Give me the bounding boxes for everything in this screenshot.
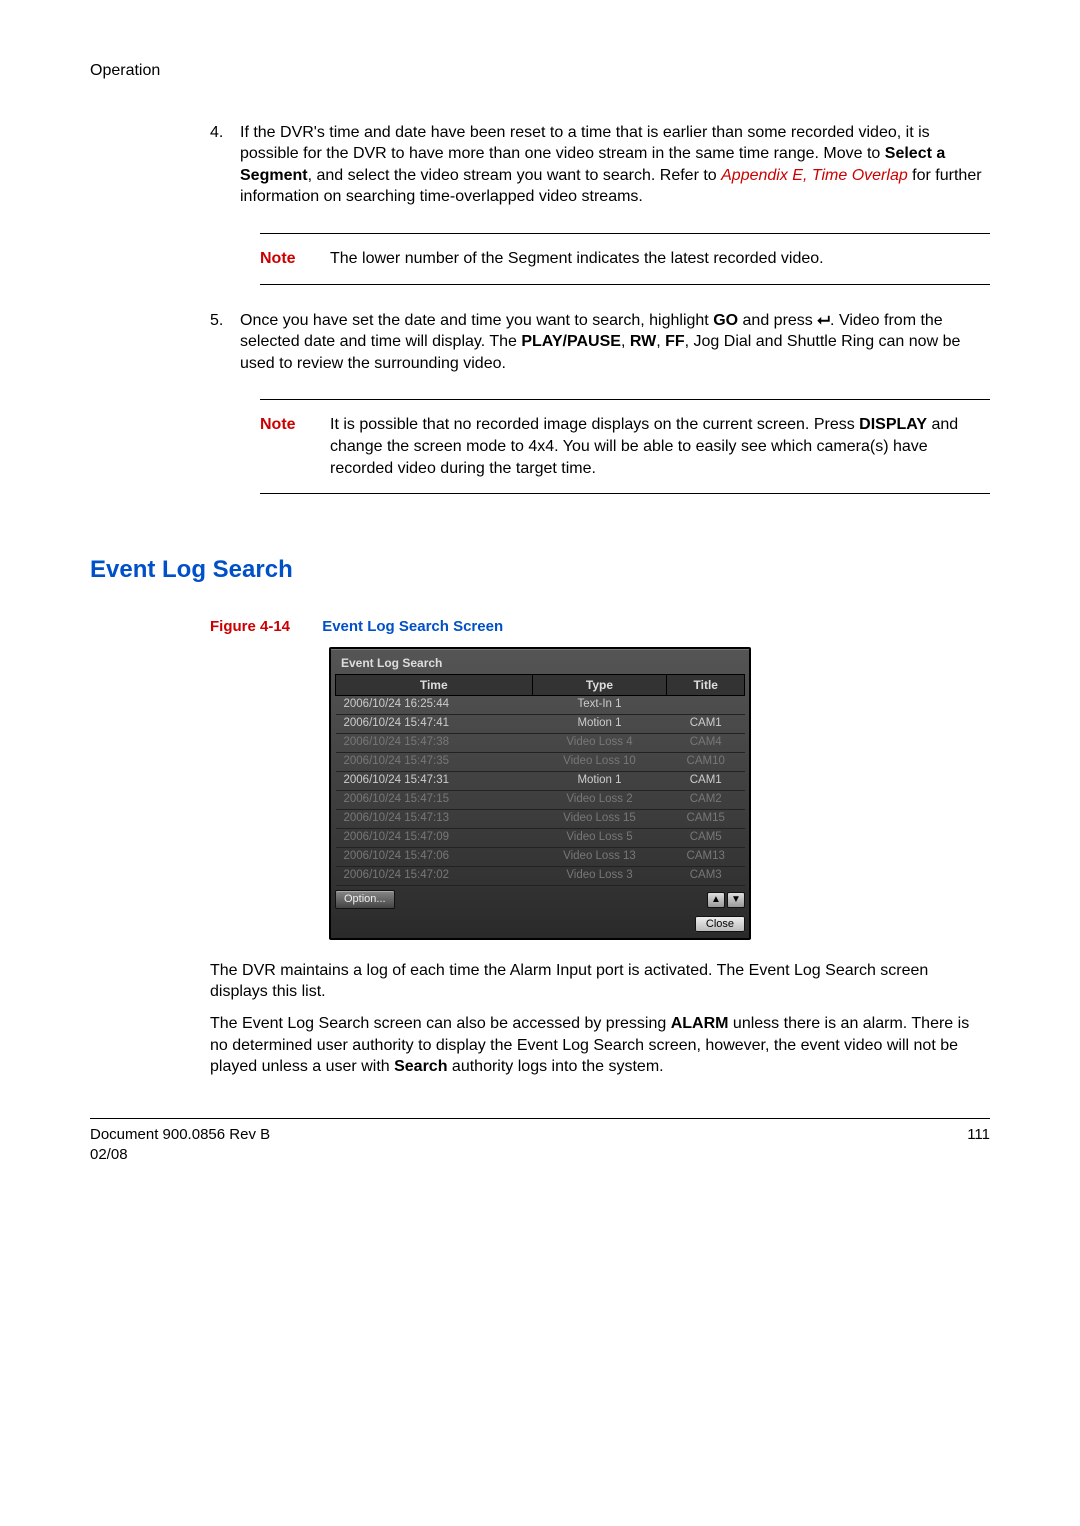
note-text: The lower number of the Segment indicate… bbox=[330, 248, 990, 270]
col-title: Title bbox=[667, 674, 745, 695]
step-text: If the DVR's time and date have been res… bbox=[240, 122, 990, 208]
cell-title: CAM1 bbox=[667, 772, 745, 791]
cell-time: 2006/10/24 16:25:44 bbox=[336, 696, 533, 715]
cell-type: Video Loss 10 bbox=[532, 753, 667, 772]
cell-type: Video Loss 15 bbox=[532, 810, 667, 829]
bold-text: Search bbox=[394, 1058, 447, 1075]
cell-title: CAM5 bbox=[667, 829, 745, 848]
cell-title: CAM1 bbox=[667, 715, 745, 734]
table-row[interactable]: 2006/10/24 15:47:31Motion 1CAM1 bbox=[336, 772, 745, 791]
page-footer: Document 900.0856 Rev B 02/08 111 bbox=[90, 1118, 990, 1166]
text: authority logs into the system. bbox=[447, 1058, 663, 1075]
cell-type: Motion 1 bbox=[532, 772, 667, 791]
cell-type: Video Loss 5 bbox=[532, 829, 667, 848]
cell-time: 2006/10/24 15:47:35 bbox=[336, 753, 533, 772]
figure-label: Figure 4-14 bbox=[210, 618, 290, 635]
cell-title: CAM10 bbox=[667, 753, 745, 772]
cell-time: 2006/10/24 15:47:15 bbox=[336, 791, 533, 810]
paragraph: The Event Log Search screen can also be … bbox=[210, 1013, 990, 1078]
table-row[interactable]: 2006/10/24 15:47:09Video Loss 5CAM5 bbox=[336, 829, 745, 848]
text: , bbox=[621, 333, 630, 350]
cell-type: Text-In 1 bbox=[532, 696, 667, 715]
col-time: Time bbox=[336, 674, 533, 695]
step-5: 5. Once you have set the date and time y… bbox=[210, 310, 990, 375]
note-label: Note bbox=[260, 414, 330, 479]
note-label: Note bbox=[260, 248, 330, 270]
cell-title: CAM4 bbox=[667, 734, 745, 753]
text: If the DVR's time and date have been res… bbox=[240, 124, 930, 163]
table-row[interactable]: 2006/10/24 15:47:13Video Loss 15CAM15 bbox=[336, 810, 745, 829]
step-4: 4. If the DVR's time and date have been … bbox=[210, 122, 990, 208]
bold-text: GO bbox=[713, 312, 738, 329]
table-row[interactable]: 2006/10/24 16:25:44Text-In 1 bbox=[336, 696, 745, 715]
cell-title: CAM3 bbox=[667, 867, 745, 886]
text: , bbox=[656, 333, 665, 350]
cell-time: 2006/10/24 15:47:13 bbox=[336, 810, 533, 829]
text: , and select the video stream you want t… bbox=[308, 167, 722, 184]
text: Once you have set the date and time you … bbox=[240, 312, 713, 329]
table-row[interactable]: 2006/10/24 15:47:02Video Loss 3CAM3 bbox=[336, 867, 745, 886]
cell-type: Video Loss 3 bbox=[532, 867, 667, 886]
col-type: Type bbox=[532, 674, 667, 695]
bold-text: PLAY/PAUSE bbox=[521, 333, 621, 350]
bold-text: DISPLAY bbox=[859, 416, 927, 433]
cell-time: 2006/10/24 15:47:02 bbox=[336, 867, 533, 886]
dvr-window-title: Event Log Search bbox=[335, 652, 745, 674]
cell-time: 2006/10/24 15:47:41 bbox=[336, 715, 533, 734]
table-row[interactable]: 2006/10/24 15:47:38Video Loss 4CAM4 bbox=[336, 734, 745, 753]
step-number: 4. bbox=[210, 122, 240, 208]
cell-title bbox=[667, 696, 745, 715]
step-text: Once you have set the date and time you … bbox=[240, 310, 990, 375]
cell-title: CAM15 bbox=[667, 810, 745, 829]
paragraph: The DVR maintains a log of each time the… bbox=[210, 960, 990, 1003]
cell-type: Video Loss 2 bbox=[532, 791, 667, 810]
bold-text: RW bbox=[630, 333, 656, 350]
table-row[interactable]: 2006/10/24 15:47:35Video Loss 10CAM10 bbox=[336, 753, 745, 772]
table-row[interactable]: 2006/10/24 15:47:41Motion 1CAM1 bbox=[336, 715, 745, 734]
cell-time: 2006/10/24 15:47:31 bbox=[336, 772, 533, 791]
bold-text: FF bbox=[665, 333, 685, 350]
page-header: Operation bbox=[90, 60, 990, 82]
close-button[interactable]: Close bbox=[695, 916, 745, 932]
table-row[interactable]: 2006/10/24 15:47:15Video Loss 2CAM2 bbox=[336, 791, 745, 810]
cell-title: CAM2 bbox=[667, 791, 745, 810]
page-number: 111 bbox=[967, 1125, 990, 1166]
cell-type: Motion 1 bbox=[532, 715, 667, 734]
cell-title: CAM13 bbox=[667, 848, 745, 867]
note-text: It is possible that no recorded image di… bbox=[330, 414, 990, 479]
text: and press bbox=[738, 312, 817, 329]
note-block-1: Note The lower number of the Segment ind… bbox=[260, 233, 990, 285]
doc-date: 02/08 bbox=[90, 1145, 270, 1165]
cell-type: Video Loss 13 bbox=[532, 848, 667, 867]
text: It is possible that no recorded image di… bbox=[330, 416, 859, 433]
text: The Event Log Search screen can also be … bbox=[210, 1015, 671, 1032]
bold-text: ALARM bbox=[671, 1015, 729, 1032]
figure-title: Event Log Search Screen bbox=[322, 618, 503, 635]
step-number: 5. bbox=[210, 310, 240, 375]
event-log-table: Time Type Title 2006/10/24 16:25:44Text-… bbox=[335, 674, 745, 886]
doc-number: Document 900.0856 Rev B bbox=[90, 1125, 270, 1145]
note-block-2: Note It is possible that no recorded ima… bbox=[260, 399, 990, 494]
option-button[interactable]: Option... bbox=[335, 890, 395, 909]
table-row[interactable]: 2006/10/24 15:47:06Video Loss 13CAM13 bbox=[336, 848, 745, 867]
cell-time: 2006/10/24 15:47:06 bbox=[336, 848, 533, 867]
scroll-up-icon[interactable]: ▲ bbox=[707, 892, 725, 908]
appendix-link[interactable]: Appendix E, Time Overlap bbox=[721, 167, 908, 184]
cell-time: 2006/10/24 15:47:09 bbox=[336, 829, 533, 848]
event-log-search-screenshot: Event Log Search Time Type Title 2006/10… bbox=[329, 647, 751, 940]
cell-type: Video Loss 4 bbox=[532, 734, 667, 753]
scroll-down-icon[interactable]: ▼ bbox=[727, 892, 745, 908]
section-heading: Event Log Search bbox=[90, 554, 990, 586]
figure-caption: Figure 4-14 Event Log Search Screen bbox=[210, 617, 990, 637]
enter-icon: ⮠ bbox=[817, 310, 830, 332]
cell-time: 2006/10/24 15:47:38 bbox=[336, 734, 533, 753]
